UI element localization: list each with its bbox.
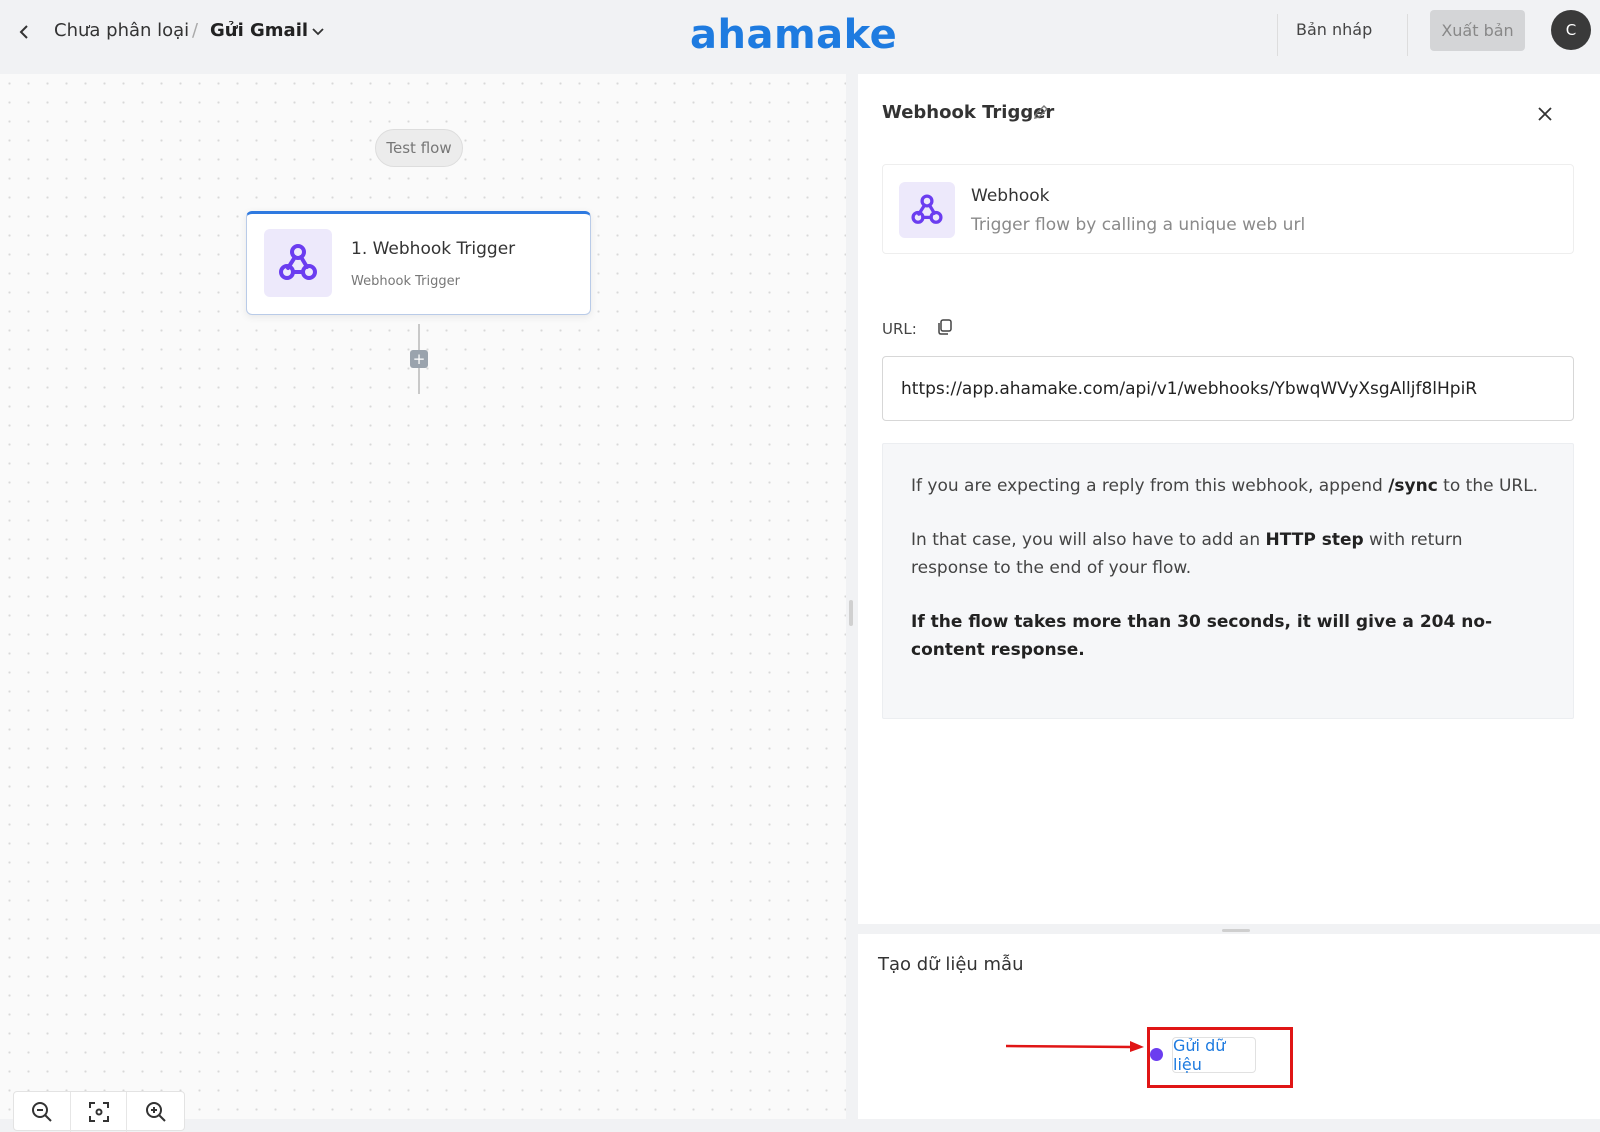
close-panel-button[interactable] bbox=[1531, 100, 1559, 128]
add-step-button[interactable]: + bbox=[410, 350, 428, 368]
webhook-url-field[interactable]: https://app.ahamake.com/api/v1/webhooks/… bbox=[882, 356, 1574, 421]
avatar[interactable]: C bbox=[1551, 10, 1591, 50]
step-card-webhook[interactable]: 1. Webhook Trigger Webhook Trigger bbox=[246, 211, 591, 315]
breadcrumb-current[interactable]: Gửi Gmail bbox=[210, 20, 308, 41]
info-paragraph-sync: If you are expecting a reply from this w… bbox=[911, 476, 1539, 496]
chevron-left-icon bbox=[19, 25, 28, 39]
logo: ahamake bbox=[690, 10, 897, 60]
top-bar: Chưa phân loại / Gửi Gmail ahamake Bản n… bbox=[0, 0, 1600, 74]
fit-view-icon bbox=[88, 1102, 109, 1122]
close-icon bbox=[1538, 107, 1552, 121]
chevron-down-icon bbox=[312, 28, 324, 36]
back-button[interactable] bbox=[10, 18, 38, 46]
step-title: 1. Webhook Trigger bbox=[351, 239, 516, 259]
splitter-handle[interactable] bbox=[849, 600, 853, 626]
info-paragraph-http: In that case, you will also have to add … bbox=[911, 530, 1463, 578]
piece-info-card: Webhook Trigger flow by calling a unique… bbox=[882, 164, 1574, 254]
zoom-in-button[interactable] bbox=[127, 1092, 184, 1132]
red-arrow-annotation bbox=[1006, 1041, 1144, 1052]
breadcrumb-parent[interactable]: Chưa phân loại bbox=[54, 20, 189, 41]
fit-view-button[interactable] bbox=[71, 1092, 128, 1132]
zoom-controls bbox=[13, 1091, 185, 1132]
edit-title-button[interactable] bbox=[1032, 103, 1050, 125]
flow-canvas[interactable]: Test flow 1. Webhook Trigger Webhook Tri… bbox=[0, 74, 846, 1132]
step-settings-panel: Webhook Trigger Webhook Trigger flow by … bbox=[858, 74, 1600, 924]
section-resize-handle[interactable] bbox=[1222, 929, 1250, 932]
copy-url-button[interactable] bbox=[935, 317, 955, 341]
panel-title[interactable]: Webhook Trigger bbox=[882, 102, 1054, 123]
logo-text: ahamake bbox=[690, 12, 898, 58]
url-label: URL: bbox=[882, 320, 917, 338]
divider bbox=[1277, 14, 1278, 56]
webhook-info-box: If you are expecting a reply from this w… bbox=[882, 443, 1574, 719]
divider bbox=[1407, 14, 1408, 56]
piece-name: Webhook bbox=[971, 186, 1050, 206]
test-flow-button[interactable]: Test flow bbox=[375, 129, 463, 167]
draft-button[interactable]: Bản nháp bbox=[1296, 20, 1372, 39]
status-dot bbox=[1150, 1048, 1163, 1061]
flow-menu-button[interactable] bbox=[308, 22, 328, 42]
zoom-in-icon bbox=[145, 1102, 166, 1122]
piece-description: Trigger flow by calling a unique web url bbox=[971, 215, 1306, 235]
publish-button[interactable]: Xuất bản bbox=[1430, 10, 1525, 51]
send-data-button[interactable]: Gửi dữ liệu bbox=[1172, 1036, 1256, 1074]
sample-data-title: Tạo dữ liệu mẫu bbox=[878, 954, 1024, 975]
pencil-icon bbox=[1034, 105, 1048, 119]
panel-splitter[interactable] bbox=[846, 74, 858, 1119]
info-paragraph-timeout: If the flow takes more than 30 seconds, … bbox=[911, 612, 1493, 660]
step-subtitle: Webhook Trigger bbox=[351, 274, 460, 289]
copy-icon bbox=[938, 319, 952, 335]
webhook-icon bbox=[264, 229, 332, 297]
webhook-icon bbox=[899, 182, 955, 238]
sample-data-section: Tạo dữ liệu mẫu bbox=[858, 934, 1600, 1119]
zoom-out-icon bbox=[31, 1102, 52, 1122]
breadcrumb-separator: / bbox=[192, 20, 199, 41]
zoom-out-button[interactable] bbox=[14, 1092, 71, 1132]
